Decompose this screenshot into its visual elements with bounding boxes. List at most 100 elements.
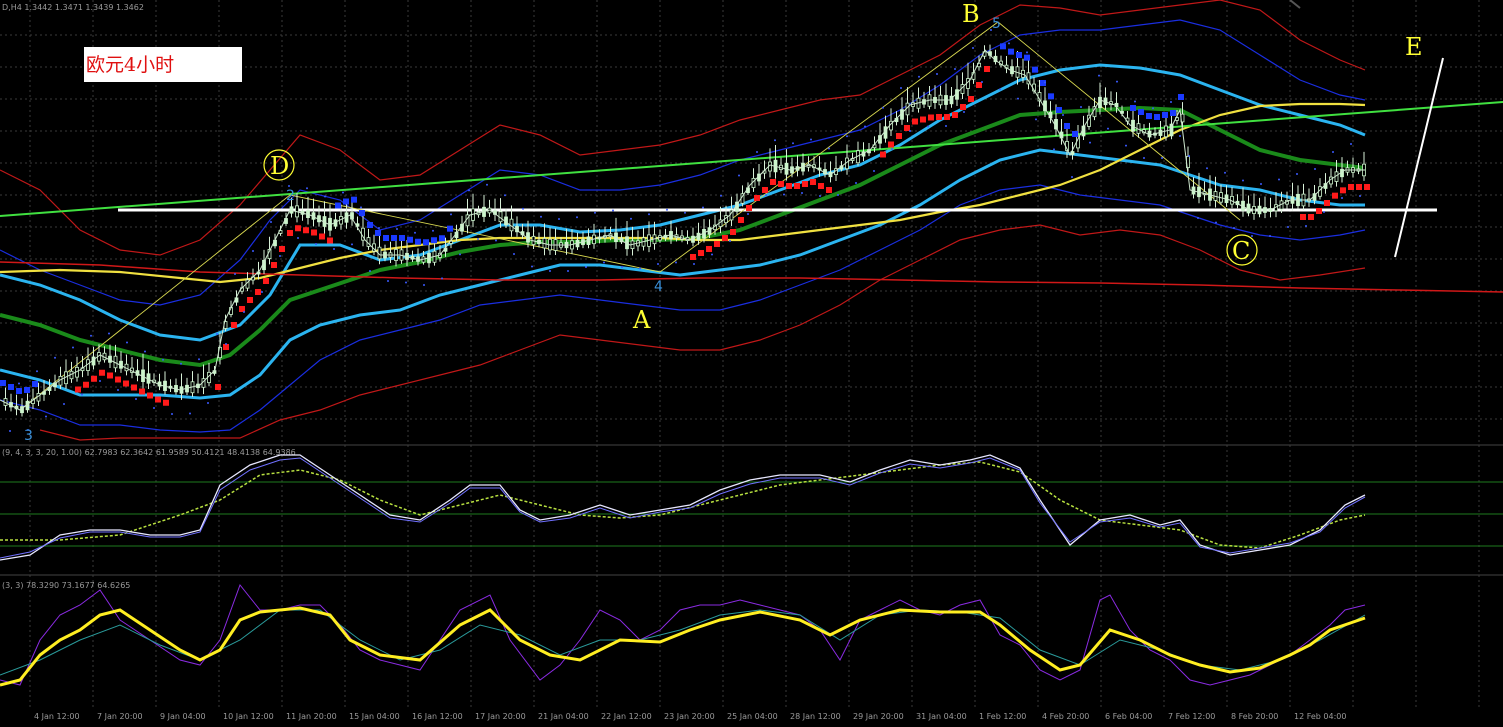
trend-square-red [826, 187, 832, 193]
dot-marker [1152, 107, 1154, 110]
trend-square-red [131, 384, 137, 391]
x-tick-label: 22 Jan 12:00 [601, 712, 652, 721]
trend-square-blue [1072, 131, 1078, 137]
x-tick-label: 1 Feb 12:00 [979, 712, 1026, 721]
chart-canvas: D B A C E 4 5 3 2 D,H4 1.3442 1.3471 1.3… [0, 0, 1503, 721]
x-tick-label: 4 Feb 20:00 [1042, 712, 1089, 721]
wave-label-c: C [1232, 237, 1250, 265]
trend-square-red [303, 227, 309, 234]
dot-marker [234, 273, 236, 275]
trend-square-red [231, 322, 237, 328]
dot-marker [207, 402, 209, 404]
trend-square-red [794, 183, 800, 189]
wave-label-a: A [632, 306, 651, 334]
dot-marker [693, 263, 695, 265]
trend-square-blue [367, 222, 373, 228]
dot-marker [954, 68, 956, 70]
dot-marker [45, 415, 47, 418]
trend-square-blue [1178, 94, 1184, 100]
trend-square-blue [399, 235, 405, 241]
trend-square-red [215, 384, 221, 390]
x-tick-label: 31 Jan 04:00 [916, 712, 967, 721]
dot-marker [1116, 80, 1118, 83]
dot-marker [261, 291, 263, 293]
dot-marker [639, 267, 641, 270]
dot-marker [1080, 106, 1082, 108]
trend-square-red [936, 114, 942, 120]
dot-marker [297, 237, 299, 239]
osc2-slow [0, 609, 1366, 676]
trend-square-red [778, 181, 784, 187]
dot-marker [630, 217, 632, 220]
dot-marker [711, 253, 713, 256]
price-header: D,H4 1.3442 1.3471 1.3439 1.3462 [2, 3, 144, 12]
dot-marker [1188, 155, 1190, 157]
dot-marker [747, 213, 749, 215]
price-close-line [0, 49, 1365, 411]
trend-square-red [247, 297, 253, 303]
x-tick-label: 4 Jan 12:00 [34, 712, 80, 721]
dot-marker [702, 206, 704, 209]
trend-square-red [754, 195, 760, 201]
dot-marker [450, 213, 452, 216]
dot-marker [153, 407, 155, 409]
dot-marker [477, 238, 479, 240]
dot-marker [1233, 227, 1235, 229]
x-tick-label: 11 Jan 20:00 [286, 712, 337, 721]
trend-square-red [770, 179, 776, 185]
dot-marker [495, 239, 497, 242]
dot-marker [189, 412, 191, 415]
dot-marker [1269, 235, 1271, 237]
trend-square-red [904, 125, 910, 131]
dot-marker [270, 221, 272, 223]
dot-marker [621, 266, 623, 268]
dot-marker [1314, 168, 1316, 170]
trend-square-blue [383, 235, 389, 241]
dot-marker [1287, 226, 1289, 228]
trend-square-red [255, 289, 261, 295]
dot-marker [324, 195, 326, 198]
trend-square-red [271, 262, 277, 268]
trend-square-blue [439, 235, 445, 242]
dot-marker [792, 142, 794, 145]
dot-marker [405, 281, 407, 284]
dot-marker [279, 255, 281, 257]
trend-square-blue [1032, 66, 1038, 73]
dot-marker [81, 393, 83, 396]
dot-marker [882, 106, 884, 109]
dot-marker [774, 139, 776, 142]
dot-marker [135, 398, 137, 400]
red-band-lower [39, 224, 1366, 441]
dot-marker [1107, 127, 1109, 130]
trend-square-red [287, 230, 293, 236]
osc1-alt [0, 457, 1366, 559]
trend-square-red [83, 381, 89, 388]
dot-marker [441, 277, 443, 280]
trend-square-red [786, 183, 792, 189]
trend-square-red [698, 250, 704, 256]
trend-square-red [123, 380, 129, 387]
x-tick-label: 7 Feb 12:00 [1168, 712, 1215, 721]
dot-marker [918, 75, 920, 78]
dot-marker [369, 270, 371, 272]
trend-square-blue [1162, 112, 1168, 118]
dot-marker [1179, 135, 1181, 137]
trend-square-blue [24, 387, 30, 393]
sky-band-lower [0, 148, 1365, 400]
trend-square-red [1356, 184, 1362, 190]
trend-square-red [319, 233, 325, 240]
dot-marker [612, 209, 614, 212]
trend-square-red [327, 237, 333, 244]
trend-square-blue [1000, 43, 1006, 50]
dot-marker [936, 73, 938, 75]
dot-marker [873, 170, 875, 172]
trend-square-blue [1154, 114, 1160, 120]
trend-square-blue [359, 210, 365, 216]
osc2-signal [0, 606, 1366, 687]
trend-square-blue [415, 238, 421, 245]
dot-marker [1053, 148, 1055, 151]
trend-square-blue [1008, 48, 1014, 55]
trend-square-red [912, 118, 918, 125]
dot-marker [9, 430, 11, 432]
x-tick-label: 8 Feb 20:00 [1231, 712, 1278, 721]
